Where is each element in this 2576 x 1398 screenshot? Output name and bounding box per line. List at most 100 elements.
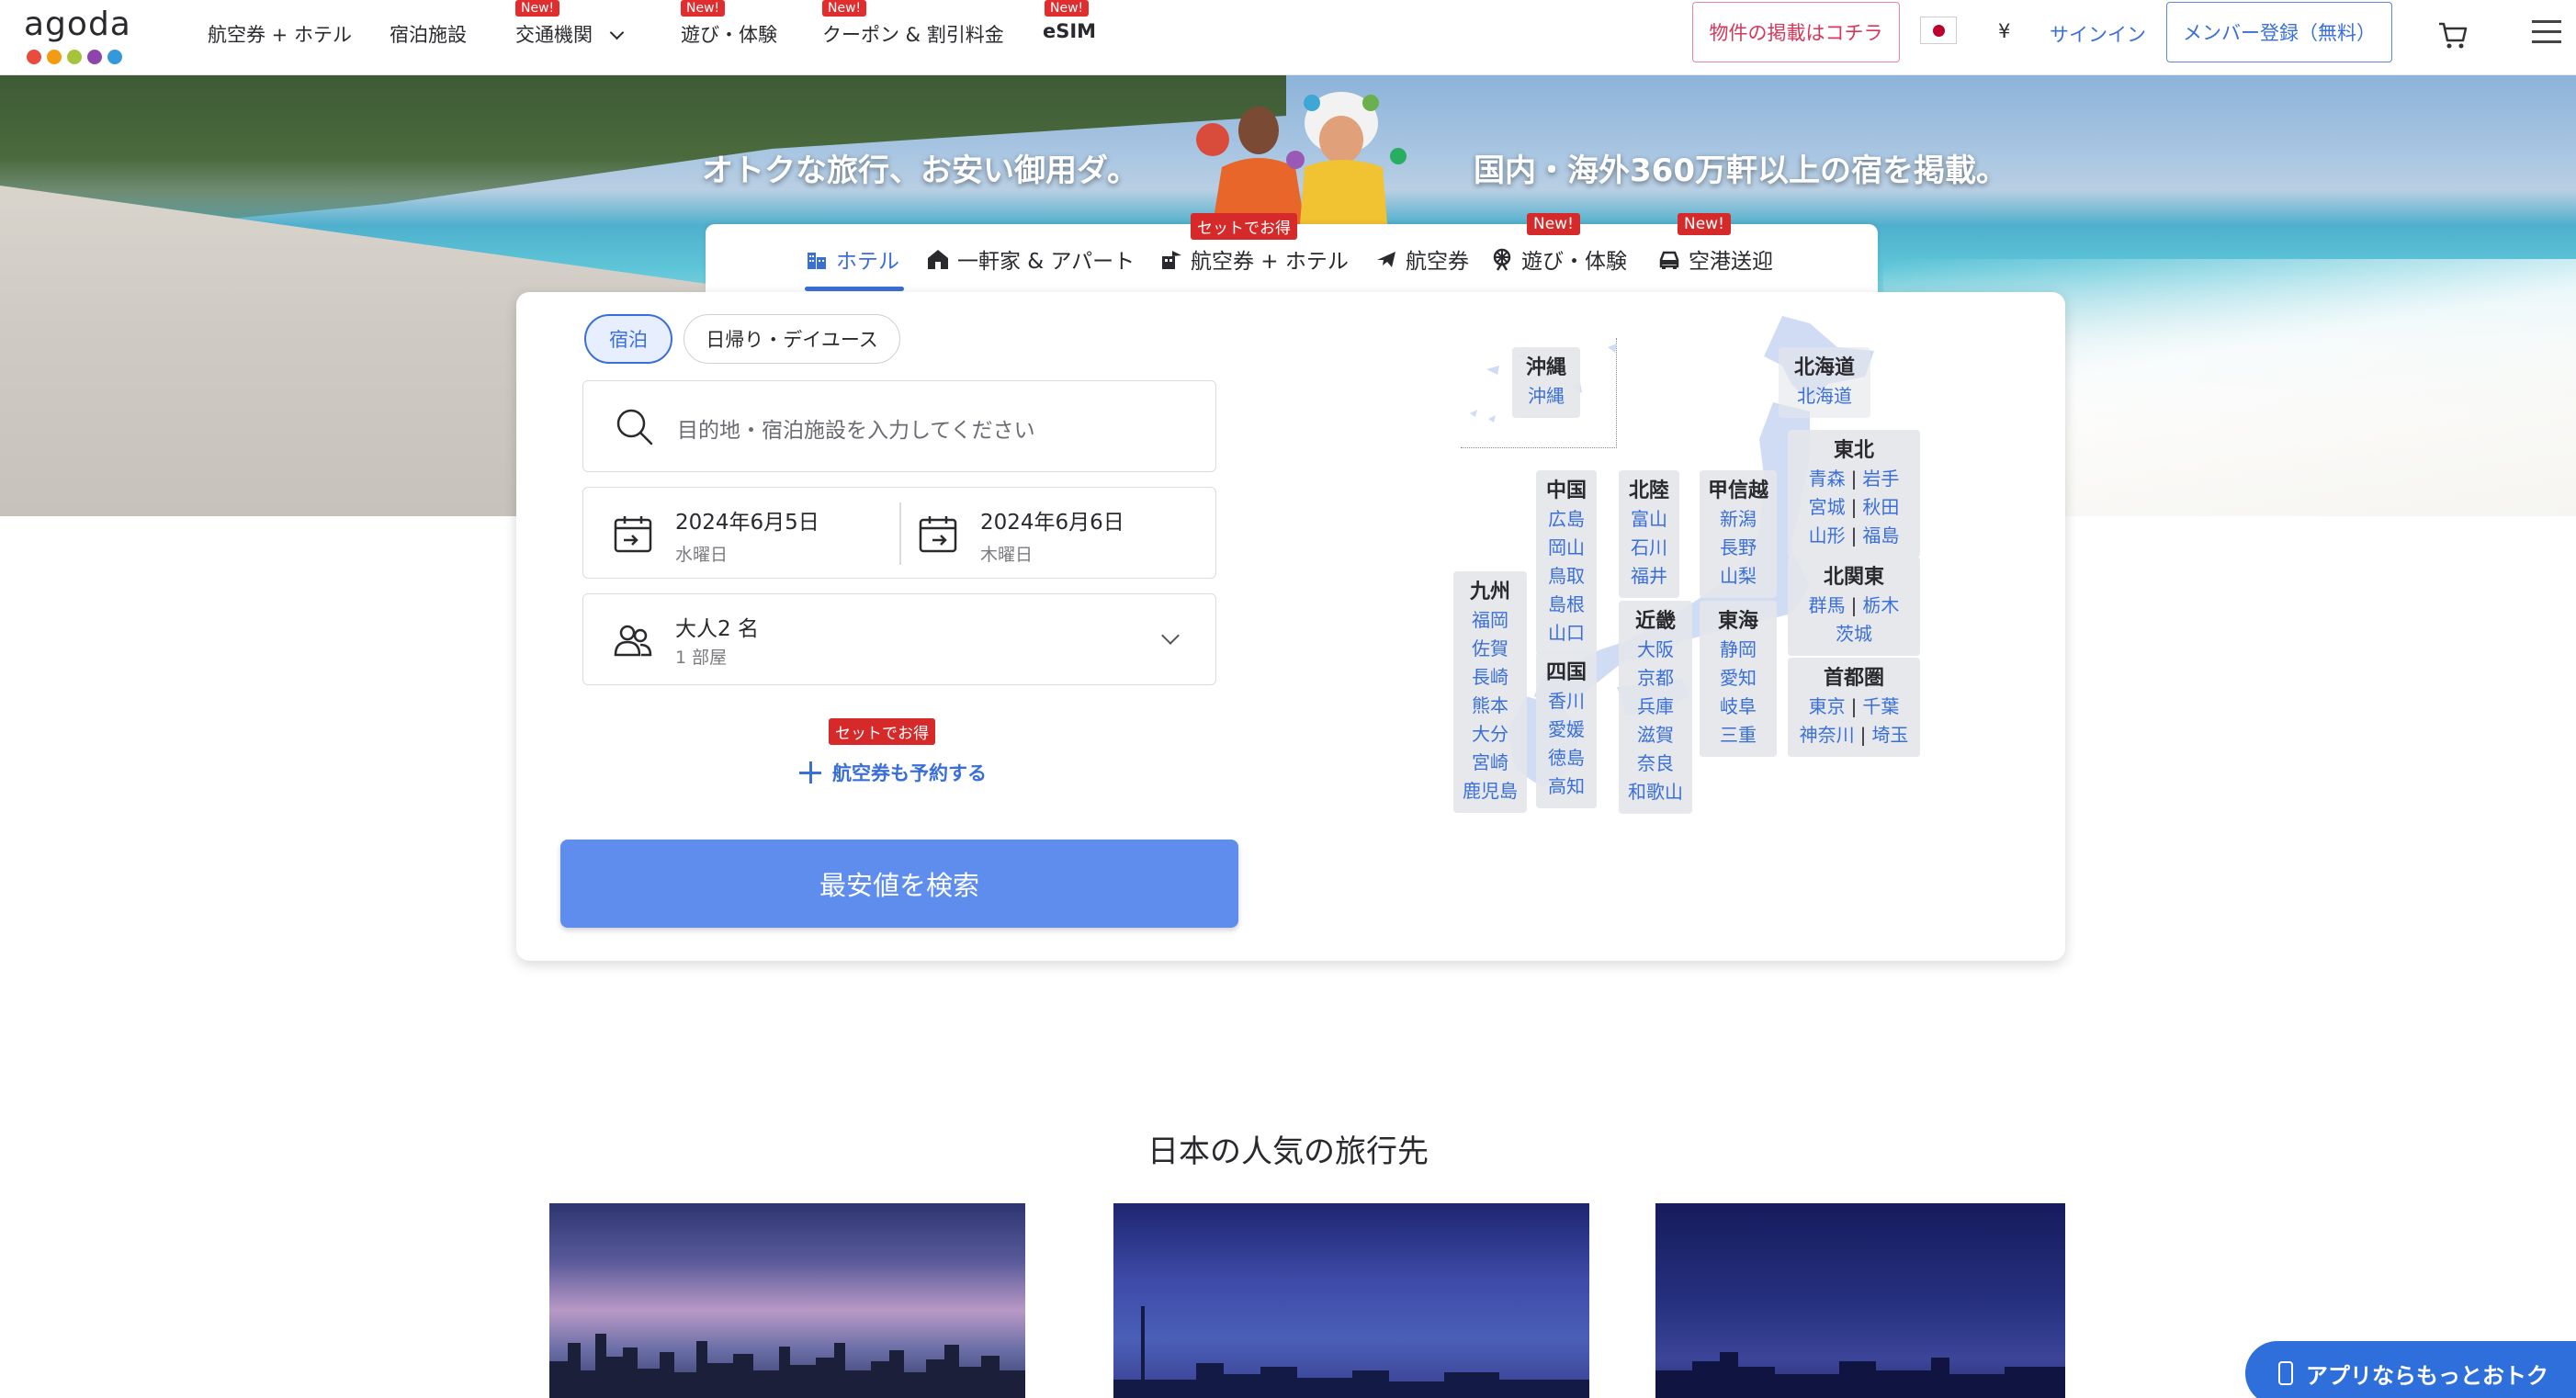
register-button[interactable]: メンバー登録（無料）	[2166, 2, 2392, 62]
pref-link[interactable]: 高知	[1542, 772, 1591, 801]
checkout-date[interactable]: 2024年6月6日 木曜日	[980, 504, 1124, 566]
house-icon	[928, 250, 948, 269]
pref-link[interactable]: 広島	[1542, 505, 1591, 534]
pref-link[interactable]: 兵庫	[1624, 693, 1687, 721]
add-flight-link[interactable]: 航空券も予約する	[799, 759, 987, 786]
pref-link[interactable]: 三重	[1705, 721, 1771, 750]
pref-link[interactable]: 熊本	[1459, 692, 1521, 720]
pref-link[interactable]: 大阪	[1624, 636, 1687, 664]
pref-row: 山形 | 福島	[1793, 522, 1915, 550]
daytrip-toggle[interactable]: 日帰り・デイユース	[684, 314, 900, 364]
pref-link[interactable]: 福井	[1624, 562, 1674, 591]
pref-link[interactable]: 岐阜	[1705, 693, 1771, 721]
flight-hotel-icon	[1162, 251, 1181, 269]
agoda-logo[interactable]: agoda	[24, 6, 134, 66]
pref-link[interactable]: 埼玉	[1871, 724, 1908, 746]
nav-coupons[interactable]: New! クーポン & 割引料金	[822, 0, 1004, 48]
menu-bar	[2532, 40, 2561, 43]
pref-link[interactable]: 沖縄	[1518, 382, 1575, 411]
pref-link[interactable]: 山口	[1542, 619, 1591, 648]
pref-link[interactable]: 愛知	[1705, 664, 1771, 693]
nav-esim[interactable]: New! eSIM	[1043, 0, 1096, 42]
region-title: 沖縄	[1525, 356, 1566, 379]
search-lowest-price-button[interactable]: 最安値を検索	[560, 840, 1238, 928]
pref-link[interactable]: 徳島	[1542, 744, 1591, 772]
tab-flights[interactable]: 航空券	[1374, 244, 1469, 274]
pref-link[interactable]: 静岡	[1705, 636, 1771, 664]
new-badge: New!	[1045, 0, 1090, 17]
pref-link[interactable]: 愛媛	[1542, 716, 1591, 744]
pref-link[interactable]: 大分	[1459, 720, 1521, 749]
menu-bar	[2532, 30, 2561, 33]
pref-link[interactable]: 島根	[1542, 591, 1591, 619]
pref-link[interactable]: 山梨	[1705, 562, 1771, 591]
pref-link[interactable]: 神奈川	[1800, 724, 1855, 746]
destination-card[interactable]	[1655, 1203, 2065, 1398]
app-promo-banner[interactable]: アプリならもっとおトク	[2245, 1341, 2576, 1398]
cart-icon[interactable]	[2436, 18, 2469, 51]
pref-link[interactable]: 富山	[1624, 505, 1674, 534]
pref-link[interactable]: 茨城	[1836, 623, 1872, 645]
region-shutoken: 首都圏 東京 | 千葉 神奈川 | 埼玉	[1788, 658, 1920, 757]
guests-value: 大人2 名	[675, 617, 759, 641]
pref-link[interactable]: 石川	[1624, 534, 1674, 562]
tab-airport-transfer[interactable]: New! 空港送迎	[1657, 213, 1773, 274]
pref-link[interactable]: 京都	[1624, 664, 1687, 693]
guests-rooms-selector[interactable]: 大人2 名 1 部屋	[582, 593, 1216, 685]
date-range-field[interactable]: 2024年6月5日 水曜日 2024年6月6日 木曜日	[582, 487, 1216, 579]
currency-selector[interactable]: ¥	[1998, 20, 2010, 42]
add-flight-label: 航空券も予約する	[832, 762, 987, 784]
ferris-wheel-icon	[1493, 248, 1511, 271]
pref-link[interactable]: 奈良	[1624, 750, 1687, 778]
list-property-button[interactable]: 物件の掲載はコチラ	[1692, 2, 1900, 62]
pref-link[interactable]: 青森	[1809, 468, 1846, 490]
pref-link[interactable]: 和歌山	[1624, 778, 1687, 806]
nav-activities[interactable]: New! 遊び・体験	[681, 0, 777, 48]
region-koshinetsu: 甲信越 新潟 長野 山梨	[1700, 470, 1777, 598]
destination-card[interactable]	[549, 1203, 1025, 1398]
pref-link[interactable]: 福島	[1862, 524, 1899, 547]
pref-link[interactable]: 岡山	[1542, 534, 1591, 562]
pref-link[interactable]: 宮崎	[1459, 749, 1521, 777]
cart-icon-svg	[2439, 22, 2468, 49]
pref-link[interactable]: 鹿児島	[1459, 777, 1521, 806]
guests-icon	[614, 625, 652, 657]
pref-link[interactable]: 栃木	[1862, 594, 1899, 616]
tab-activities[interactable]: New! 遊び・体験	[1490, 213, 1627, 274]
pref-link[interactable]: 鳥取	[1542, 562, 1591, 591]
pref-link[interactable]: 長崎	[1459, 663, 1521, 692]
checkin-date[interactable]: 2024年6月5日 水曜日	[675, 504, 819, 566]
pref-link[interactable]: 香川	[1542, 687, 1591, 716]
pref-link[interactable]: 岩手	[1862, 468, 1899, 490]
pref-link[interactable]: 長野	[1705, 534, 1771, 562]
pref-link[interactable]: 山形	[1809, 524, 1846, 547]
destination-search-field[interactable]: 目的地・宿泊施設を入力してください	[582, 380, 1216, 472]
nav-accommodation[interactable]: 宿泊施設	[390, 20, 467, 48]
japan-flag-icon[interactable]	[1920, 17, 1957, 44]
region-title: 九州	[1469, 581, 1510, 603]
tab-flight-hotel[interactable]: セットでお得 航空券 + ホテル	[1159, 213, 1349, 274]
tab-hotel[interactable]: ホテル	[805, 244, 899, 274]
pref-link[interactable]: 福岡	[1459, 606, 1521, 635]
pref-link[interactable]: 宮城	[1809, 496, 1846, 518]
overnight-toggle[interactable]: 宿泊	[584, 314, 672, 364]
pref-link[interactable]: 北海道	[1784, 382, 1865, 411]
date-divider	[899, 502, 901, 565]
pref-link[interactable]: 佐賀	[1459, 635, 1521, 663]
nav-transport[interactable]: New! 交通機関	[515, 0, 624, 48]
pref-link[interactable]: 東京	[1809, 695, 1846, 717]
pref-row: 神奈川 | 埼玉	[1793, 721, 1915, 750]
hamburger-menu-icon[interactable]	[2532, 18, 2561, 46]
pref-separator: |	[1850, 695, 1858, 717]
pref-link[interactable]: 群馬	[1809, 594, 1846, 616]
signin-link[interactable]: サインイン	[2050, 20, 2146, 48]
tab-home-apartment[interactable]: 一軒家 & アパート	[926, 244, 1135, 274]
logo-dots	[27, 50, 122, 64]
nav-flight-hotel[interactable]: 航空券 + ホテル	[208, 20, 352, 48]
pref-link[interactable]: 新潟	[1705, 505, 1771, 534]
destination-card[interactable]	[1113, 1203, 1589, 1398]
pref-link[interactable]: 千葉	[1862, 695, 1899, 717]
pref-link[interactable]: 滋賀	[1624, 721, 1687, 750]
pref-link[interactable]: 秋田	[1862, 496, 1899, 518]
checkin-day-value: 水曜日	[675, 545, 729, 565]
